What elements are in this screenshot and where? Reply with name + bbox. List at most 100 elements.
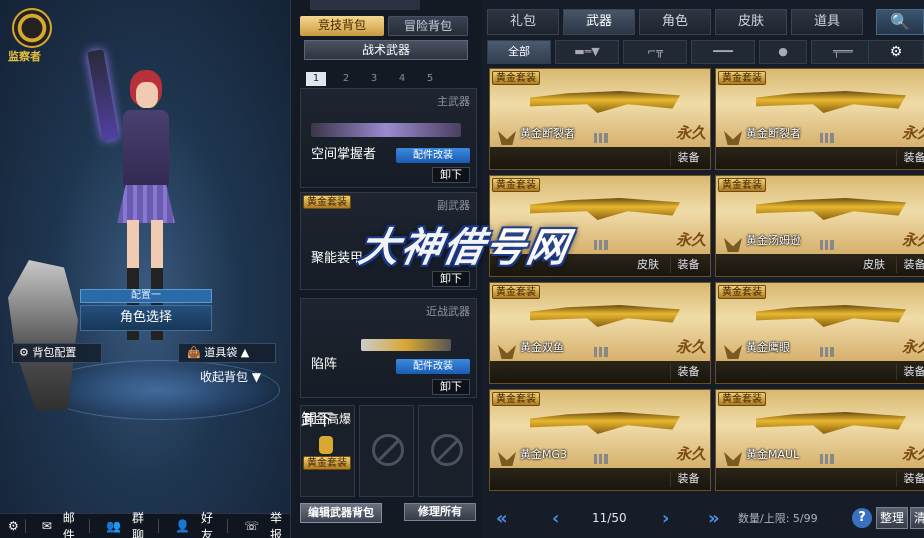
robot-companion [8, 260, 78, 410]
weapon-name: 黄金MG3 [520, 448, 568, 461]
weapon-card[interactable]: 黄金套装黄金鹰眼 永久装备 [715, 282, 924, 384]
config-one-tab[interactable]: 配置一 [80, 289, 212, 303]
weapon-card[interactable]: 黄金套装黄金断裂者 永久装备 [715, 68, 924, 170]
tab-items[interactable]: 道具 [791, 9, 863, 35]
page-indicator: 11/50 [592, 511, 627, 525]
clear-button[interactable]: 清 [910, 507, 924, 529]
weapon-image [756, 412, 906, 434]
loadout-number-tabs: 1 2 3 4 5 [306, 72, 444, 86]
mail-button[interactable]: ✉ 邮件 [34, 509, 83, 538]
search-icon[interactable]: 🔍 [876, 9, 924, 35]
weapon-card[interactable]: 黄金套装黄金汤姆逊 永久皮肤装备 [715, 175, 924, 277]
filter-all[interactable]: 全部 [487, 40, 551, 64]
equip-button[interactable]: 装备 [896, 257, 924, 273]
equip-button[interactable]: 装备 [896, 150, 924, 166]
tab-skins[interactable]: 皮肤 [715, 9, 787, 35]
character-panel: 监察者 配置一 角色选择 ⚙ 背包配置 👜 道具袋 ▲ 收起背包 ▼ ⚙ ✉ 邮… [0, 0, 290, 538]
skin-button[interactable] [630, 364, 666, 380]
skin-button[interactable] [856, 471, 892, 487]
skin-button[interactable]: 皮肤 [856, 257, 892, 273]
first-page-icon[interactable]: « [496, 508, 508, 529]
permanent-label: 永久 [901, 231, 924, 249]
gold-set-tag: 黄金套装 [718, 392, 766, 406]
filter-pistol-icon[interactable]: ⌐╦ [623, 40, 687, 64]
rank-wings-icon [724, 238, 742, 252]
role-select-button[interactable]: 角色选择 [80, 305, 212, 331]
unload-button[interactable]: 卸下 [432, 379, 470, 395]
tool-bag-button[interactable]: 👜 道具袋 ▲ [178, 343, 276, 363]
melee-weapon-slot[interactable]: 近战武器 陷阵 配件改装 卸下 [300, 298, 477, 398]
empty-slot [418, 405, 473, 497]
unload-button[interactable]: 卸下 [432, 167, 470, 183]
help-icon[interactable]: ? [852, 508, 872, 528]
signal-bars-icon [594, 454, 608, 464]
filter-rifle-icon[interactable]: ▬═▼ [555, 40, 619, 64]
loadout-tab-4[interactable]: 4 [388, 72, 416, 86]
skin-button[interactable] [856, 150, 892, 166]
weapon-card[interactable]: 黄金套装黄金断裂者 永久装备 [489, 68, 711, 170]
next-page-icon[interactable]: › [662, 508, 669, 529]
equip-button[interactable]: 装备 [670, 150, 706, 166]
filter-grenade-icon[interactable]: ● [759, 40, 807, 64]
loadout-tab-2[interactable]: 2 [332, 72, 360, 86]
settings-gear-icon[interactable]: ⚙ [868, 40, 924, 64]
skin-button[interactable] [856, 364, 892, 380]
equip-button[interactable]: 装备 [670, 471, 706, 487]
tool-bag-label: 道具袋 [204, 346, 238, 359]
weapon-name: 黄金MAUL [746, 448, 800, 461]
tab-adventure-bag[interactable]: 冒险背包 [388, 16, 468, 36]
weapon-card[interactable]: 黄金套装黄金MAUL 永久装备 [715, 389, 924, 491]
rank-wings-icon [498, 345, 516, 359]
watermark-text: 大神借号网 [355, 225, 574, 271]
group-chat-button[interactable]: 👥 群聊 [98, 509, 152, 538]
bag-config-button[interactable]: ⚙ 背包配置 [12, 343, 102, 363]
bottom-bar: ⚙ ✉ 邮件 👥 群聊 👤 好友 ☏ 举报 [0, 511, 290, 538]
equip-button[interactable]: 装备 [670, 257, 706, 273]
tab-characters[interactable]: 角色 [639, 9, 711, 35]
filter-sniper-icon[interactable]: ━━━ [691, 40, 755, 64]
weapon-name: 黄金双鱼 [520, 341, 564, 354]
friends-icon: 👤 [175, 519, 190, 533]
empty-slot [359, 405, 414, 497]
skin-button[interactable] [630, 150, 666, 166]
quantity-limit: 数量/上限: 5/99 [738, 512, 818, 525]
empty-slot-icon [431, 434, 463, 466]
gold-set-tag: 黄金套装 [303, 195, 351, 209]
permanent-label: 永久 [901, 338, 924, 356]
skin-button[interactable]: 皮肤 [630, 257, 666, 273]
skin-button[interactable] [630, 471, 666, 487]
signal-bars-icon [820, 347, 834, 357]
tab-weapons[interactable]: 武器 [563, 9, 635, 35]
friends-button[interactable]: 👤 好友 [167, 509, 221, 538]
primary-weapon-slot[interactable]: 主武器 空间掌握者 配件改装 卸下 [300, 88, 477, 188]
tactical-weapon-header[interactable]: 战术武器 [304, 40, 468, 60]
mod-button[interactable]: 配件改装 [396, 359, 470, 374]
signal-bars-icon [594, 133, 608, 143]
tab-competitive-bag[interactable]: 竞技背包 [300, 16, 384, 36]
gold-set-tag: 黄金套装 [718, 178, 766, 192]
equip-button[interactable]: 装备 [896, 364, 924, 380]
edit-weapon-bag-button[interactable]: 编辑武器背包 [300, 503, 382, 523]
loadout-tab-1[interactable]: 1 [306, 72, 326, 86]
unload-button[interactable]: 卸下 [432, 271, 470, 287]
permanent-label: 永久 [675, 338, 706, 356]
sort-button[interactable]: 整理 [876, 507, 908, 529]
weapon-card[interactable]: 黄金套装 黄金双鱼 永久 装备 [489, 282, 711, 384]
last-page-icon[interactable]: » [708, 508, 720, 529]
filter-machinegun-icon[interactable]: ╤══ [811, 40, 875, 64]
loadout-tab-3[interactable]: 3 [360, 72, 388, 86]
weapon-card[interactable]: 黄金套装 黄金MG3 永久 装备 [489, 389, 711, 491]
collapse-bag-button[interactable]: 收起背包 ▼ [200, 368, 261, 385]
prev-page-icon[interactable]: ‹ [552, 508, 559, 529]
repair-all-button[interactable]: 修理所有 [404, 503, 476, 521]
equip-button[interactable]: 装备 [670, 364, 706, 380]
loadout-tab-5[interactable]: 5 [416, 72, 444, 86]
mod-button[interactable]: 配件改装 [396, 148, 470, 163]
report-button[interactable]: ☏ 举报 [236, 509, 290, 538]
rank-wings-icon [498, 452, 516, 466]
tab-gift-pack[interactable]: 礼包 [487, 9, 559, 35]
grenade-slot[interactable]: 黄金高爆 黄金套装 卸下 [300, 405, 355, 497]
settings-gear-icon[interactable]: ⚙ [8, 519, 19, 533]
equip-button[interactable]: 装备 [896, 471, 924, 487]
weapon-image [530, 305, 680, 327]
